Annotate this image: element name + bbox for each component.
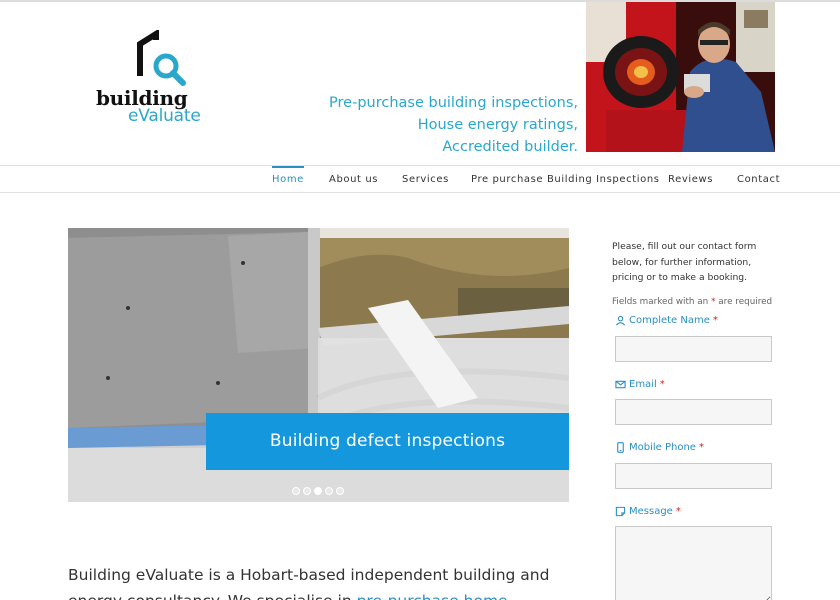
nav-item-reviews[interactable]: Reviews xyxy=(668,166,713,193)
user-icon xyxy=(615,315,626,326)
form-intro-text: Please, fill out our contact form below,… xyxy=(612,241,757,283)
note-icon xyxy=(615,506,626,517)
site-logo[interactable]: building eValuate xyxy=(92,30,212,130)
required-mark: * xyxy=(712,315,718,326)
nav-item-pre-purchase-inspections[interactable]: Pre purchase Building Inspections xyxy=(471,166,660,193)
label-mobile-phone: Mobile Phone * xyxy=(615,442,704,453)
nav-item-about-us[interactable]: About us xyxy=(329,166,378,193)
slider-dots xyxy=(292,487,344,495)
email-input[interactable] xyxy=(615,399,772,425)
slider-dot-active[interactable] xyxy=(314,487,322,495)
required-fields-note: Fields marked with an * are required xyxy=(612,297,772,307)
note-after: are required xyxy=(715,297,773,307)
pre-purchase-link[interactable]: pre-purchase home xyxy=(357,592,508,600)
tagline-line-3: Accredited builder. xyxy=(442,139,578,155)
label-text: Complete Name xyxy=(629,315,710,326)
house-magnifier-icon xyxy=(137,30,186,86)
label-complete-name: Complete Name * xyxy=(615,315,718,326)
required-mark: * xyxy=(675,506,681,517)
slider-dot[interactable] xyxy=(292,487,300,495)
required-mark: * xyxy=(659,379,665,390)
tagline-line-1: Pre-purchase building inspections, xyxy=(329,95,578,111)
intro-paragraph: Building eValuate is a Hobart-based inde… xyxy=(68,562,568,600)
slider-dot[interactable] xyxy=(336,487,344,495)
main-nav: Home About us Services Pre purchase Buil… xyxy=(0,165,840,193)
slider-dot[interactable] xyxy=(303,487,311,495)
label-text: Message xyxy=(629,506,673,517)
mobile-phone-input[interactable] xyxy=(615,463,772,489)
header-photo-inspector xyxy=(586,2,775,152)
header-tagline: Pre-purchase building inspections, House… xyxy=(329,92,578,158)
label-text: Mobile Phone xyxy=(629,442,696,453)
tagline-line-2: House energy ratings, xyxy=(417,117,578,133)
hero-slider[interactable]: Building defect inspections xyxy=(68,228,569,502)
envelope-icon xyxy=(615,380,626,389)
nav-item-contact[interactable]: Contact xyxy=(737,166,780,193)
complete-name-input[interactable] xyxy=(615,336,772,362)
required-mark: * xyxy=(698,442,704,453)
contact-form: Please, fill out our contact form below,… xyxy=(612,239,782,600)
label-email: Email * xyxy=(615,379,665,390)
nav-item-services[interactable]: Services xyxy=(402,166,449,193)
label-text: Email xyxy=(629,379,657,390)
site-header: building eValuate Pre-purchase building … xyxy=(0,2,840,165)
message-textarea[interactable] xyxy=(615,526,772,600)
mobile-phone-icon xyxy=(617,442,624,453)
slide-caption: Building defect inspections xyxy=(206,413,569,470)
logo-word-evaluate: eValuate xyxy=(128,106,201,126)
inspector-photo-illustration xyxy=(586,2,775,152)
slider-dot[interactable] xyxy=(325,487,333,495)
note-before: Fields marked with an xyxy=(612,297,712,307)
label-message: Message * xyxy=(615,506,681,517)
nav-item-home[interactable]: Home xyxy=(272,166,304,193)
